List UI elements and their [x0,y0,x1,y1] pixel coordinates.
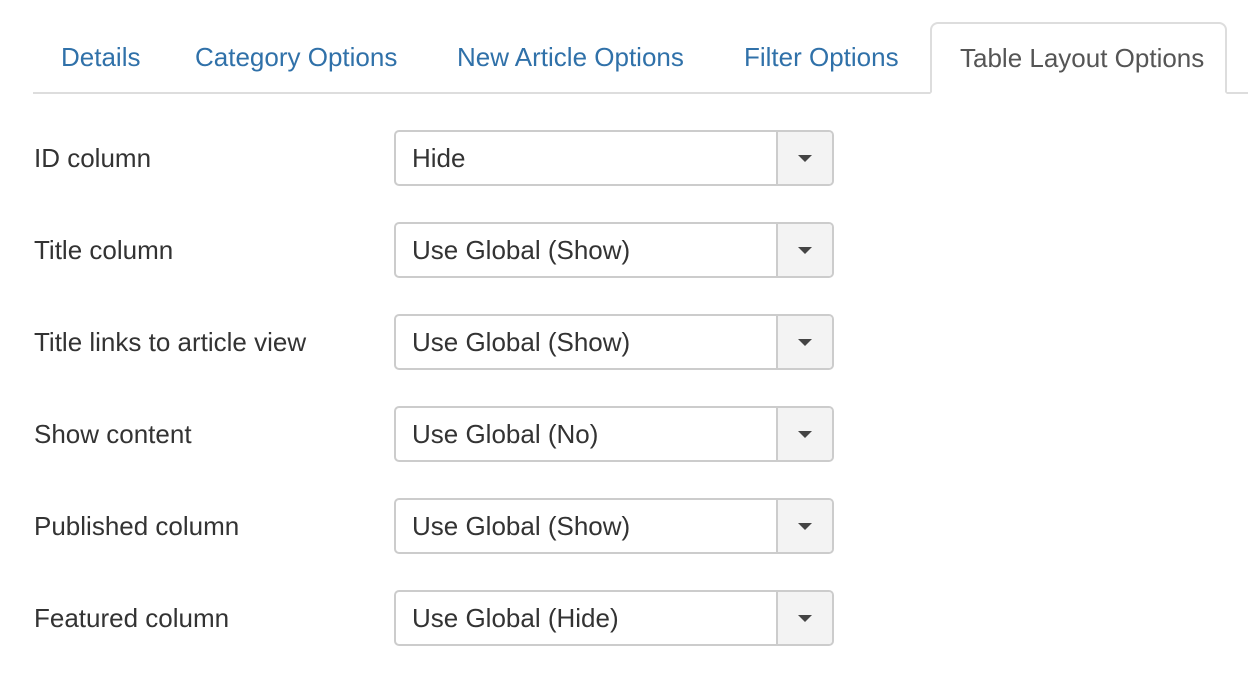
caret-down-icon [798,155,812,162]
caret-down-icon [798,339,812,346]
select-value: Use Global (Show) [412,511,631,541]
tab-label: Category Options [195,42,398,72]
field-label: ID column [34,143,152,173]
select-value: Hide [412,143,466,173]
tab-new-article-options[interactable]: New Article Options [429,24,712,94]
caret-down-icon [798,247,812,254]
form-row-title-column: Title column Use Global (Show) [34,222,854,278]
dropdown-toggle[interactable] [776,500,832,552]
dropdown-toggle[interactable] [776,132,832,184]
tab-label: Table Layout Options [960,43,1205,73]
tab-label: Filter Options [744,42,899,72]
tab-label: Details [61,42,141,72]
caret-down-icon [798,431,812,438]
form-row-id-column: ID column Hide [34,130,854,186]
select-value: Use Global (Hide) [412,603,619,633]
dropdown-toggle[interactable] [776,224,832,276]
published-column-select[interactable]: Use Global (Show) [394,498,834,554]
title-column-select[interactable]: Use Global (Show) [394,222,834,278]
show-content-select[interactable]: Use Global (No) [394,406,834,462]
tab-category-options[interactable]: Category Options [167,24,425,94]
field-label: Featured column [34,603,230,633]
select-value: Use Global (Show) [412,235,631,265]
caret-down-icon [798,523,812,530]
form-row-featured-column: Featured column Use Global (Hide) [34,590,854,646]
field-label: Show content [34,419,192,449]
form-row-show-content: Show content Use Global (No) [34,406,854,462]
field-label: Published column [34,511,240,541]
tab-filter-options[interactable]: Filter Options [716,24,927,94]
select-value: Use Global (No) [412,419,599,449]
tab-bar: Details Category Options New Article Opt… [33,0,1248,94]
form-row-published-column: Published column Use Global (Show) [34,498,854,554]
tab-table-layout-options[interactable]: Table Layout Options [930,22,1227,94]
id-column-select[interactable]: Hide [394,130,834,186]
title-links-select[interactable]: Use Global (Show) [394,314,834,370]
tab-details[interactable]: Details [33,24,168,94]
form-row-title-links: Title links to article view Use Global (… [34,314,854,370]
featured-column-select[interactable]: Use Global (Hide) [394,590,834,646]
field-label: Title links to article view [34,327,307,357]
dropdown-toggle[interactable] [776,408,832,460]
select-value: Use Global (Show) [412,327,631,357]
field-label: Title column [34,235,174,265]
dropdown-toggle[interactable] [776,592,832,644]
dropdown-toggle[interactable] [776,316,832,368]
tab-label: New Article Options [457,42,684,72]
caret-down-icon [798,615,812,622]
